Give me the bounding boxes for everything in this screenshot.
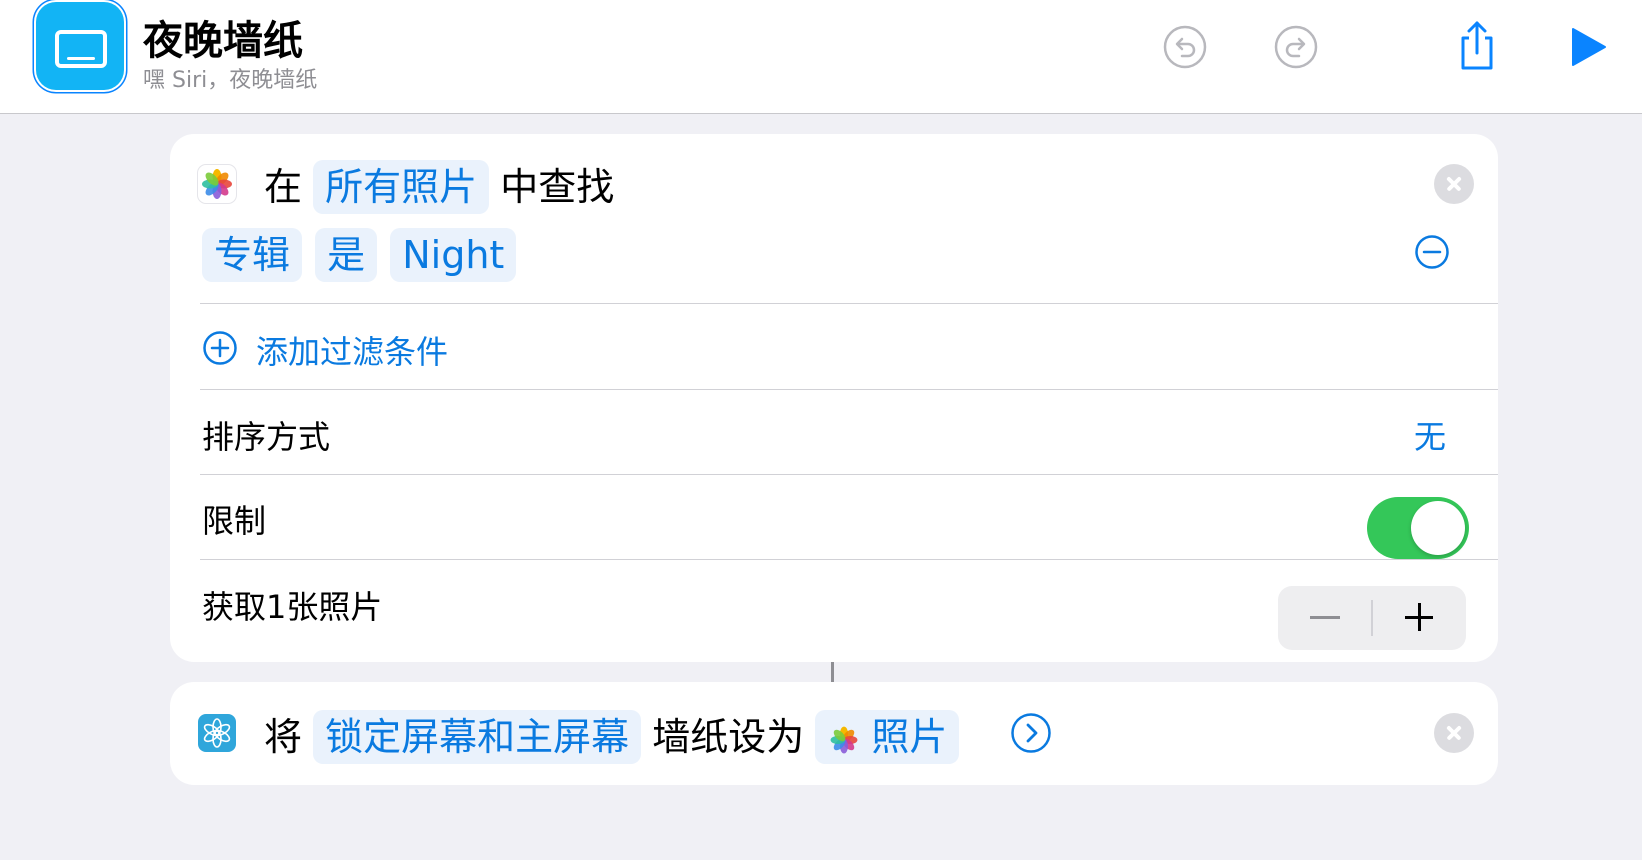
screen-icon — [55, 30, 107, 68]
limit-label: 限制 — [202, 502, 267, 540]
photo-token-label: 照片 — [871, 715, 948, 759]
top-bar: 夜晚墙纸 嘿 Siri，夜晚墙纸 — [0, 0, 1642, 114]
add-filter-button[interactable]: 添加过滤条件 — [256, 327, 448, 373]
screen-target-token[interactable]: 锁定屏幕和主屏幕 — [313, 710, 642, 764]
play-icon — [1572, 28, 1606, 66]
wallpaper-icon — [198, 714, 236, 752]
share-button[interactable] — [1454, 20, 1500, 72]
find-suffix: 中查找 — [500, 165, 615, 209]
filter-field-token[interactable]: 专辑 — [202, 228, 303, 282]
redo-icon — [1274, 25, 1318, 69]
add-filter-icon[interactable] — [202, 330, 238, 366]
photos-icon — [827, 723, 861, 757]
plus-circle-icon — [203, 331, 237, 365]
limit-toggle[interactable] — [1367, 497, 1469, 559]
expand-options-button[interactable] — [1010, 712, 1052, 754]
redo-button[interactable] — [1273, 24, 1319, 70]
filter-row: 专辑 是 Night — [202, 228, 517, 282]
decrement-button[interactable] — [1278, 586, 1371, 650]
divider — [200, 474, 1498, 475]
shortcut-icon[interactable] — [36, 2, 124, 90]
find-photos-action: 在 所有照片 中查找 专辑 是 Night 添加过滤条件 排序方式 无 限制 获… — [170, 134, 1498, 662]
undo-icon — [1163, 25, 1207, 69]
photos-icon — [198, 165, 236, 203]
undo-button[interactable] — [1162, 24, 1208, 70]
siri-phrase: 嘿 Siri，夜晚墙纸 — [143, 68, 318, 93]
toggle-knob — [1411, 501, 1465, 555]
sort-label: 排序方式 — [202, 418, 331, 456]
minus-circle-icon — [1415, 235, 1449, 269]
count-label: 获取1张照片 — [202, 588, 383, 626]
find-sentence: 在 所有照片 中查找 — [264, 156, 614, 214]
count-stepper — [1278, 586, 1466, 650]
remove-filter-button[interactable] — [1414, 234, 1450, 270]
find-prefix: 在 — [264, 165, 303, 209]
divider — [200, 559, 1498, 560]
filter-value-token[interactable]: Night — [390, 228, 517, 282]
wallpaper-prefix: 将 — [264, 715, 303, 759]
sort-value[interactable]: 无 — [1414, 412, 1446, 458]
photo-source-token[interactable]: 所有照片 — [313, 160, 490, 214]
set-wallpaper-action: 将 锁定屏幕和主屏幕 墙纸设为 照片 — [170, 682, 1498, 785]
remove-action-button[interactable] — [1434, 164, 1474, 204]
shortcut-title[interactable]: 夜晚墙纸 — [143, 8, 303, 66]
filter-operator-token[interactable]: 是 — [315, 228, 378, 282]
share-icon — [1461, 21, 1493, 70]
wallpaper-middle: 墙纸设为 — [652, 715, 805, 759]
action-connector — [831, 662, 834, 682]
photo-variable-token[interactable]: 照片 — [815, 710, 960, 764]
divider — [200, 303, 1498, 304]
wallpaper-sentence: 将 锁定屏幕和主屏幕 墙纸设为 照片 — [264, 706, 960, 764]
run-button[interactable] — [1565, 24, 1611, 70]
chevron-right-circle-icon — [1011, 713, 1051, 753]
increment-button[interactable] — [1373, 586, 1466, 650]
remove-action-button[interactable] — [1434, 713, 1474, 753]
divider — [200, 389, 1498, 390]
